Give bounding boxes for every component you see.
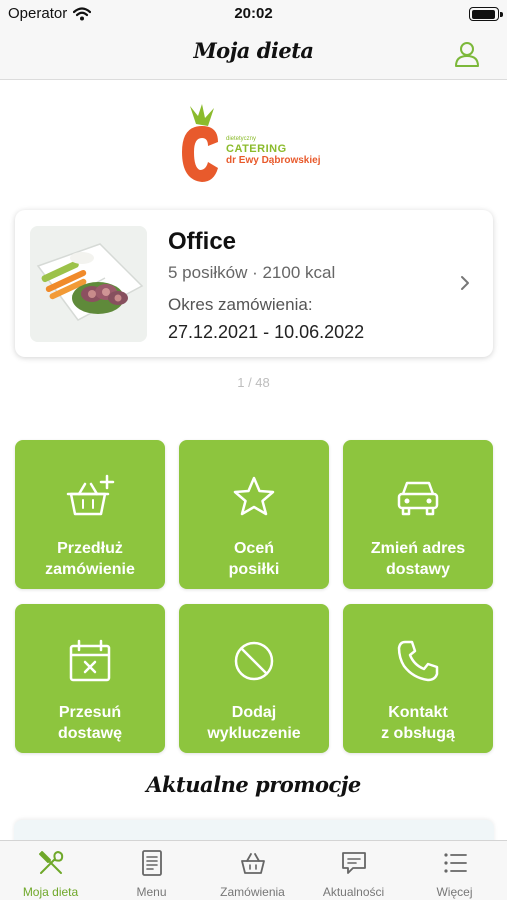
order-period-label: Okres zamówienia:	[168, 295, 313, 314]
brand-logo: dietetyczny CATERING dr Ewy Dąbrowskiej	[178, 102, 338, 188]
list-icon	[444, 853, 467, 873]
contact-support-button[interactable]: Kontakt z obsługą	[343, 604, 493, 753]
profile-button[interactable]	[453, 40, 481, 68]
menu-document-icon	[142, 850, 162, 876]
tab-my-diet[interactable]: Moja dieta	[0, 841, 101, 900]
navigation-bar: Moja dieta	[0, 28, 507, 80]
order-card[interactable]: Office 5 posiłków · 2100 kcal Okres zamó…	[15, 210, 493, 357]
change-address-label: Zmień adres dostawy	[370, 540, 466, 578]
postpone-delivery-label: Przesuń dostawę	[57, 704, 122, 742]
phone-icon	[397, 640, 439, 682]
change-address-button[interactable]: Zmień adres dostawy	[343, 440, 493, 589]
calendar-x-icon	[69, 639, 111, 682]
tab-label: Menu	[136, 885, 167, 899]
postpone-delivery-button[interactable]: Przesuń dostawę	[15, 604, 165, 753]
fork-knife-icon	[39, 851, 64, 874]
status-bar: Operator 20:02	[0, 0, 507, 28]
logo-line-3: dr Ewy Dąbrowskiej	[226, 155, 321, 166]
logo-line-2: CATERING	[226, 143, 287, 155]
tab-label: Moja dieta	[22, 885, 79, 899]
add-exclusion-label: Dodaj wykluczenie	[207, 704, 301, 742]
tab-bar: Moja dieta Menu Zamówienia Aktualności W…	[0, 840, 507, 900]
tab-menu[interactable]: Menu	[101, 841, 202, 900]
user-icon	[455, 42, 479, 67]
tab-orders[interactable]: Zamówienia	[202, 841, 303, 900]
tab-label: Aktualności	[322, 885, 385, 899]
tab-more[interactable]: Więcej	[404, 841, 505, 900]
extend-order-button[interactable]: Przedłuż zamówienie	[15, 440, 165, 589]
star-icon	[233, 476, 275, 516]
car-icon	[397, 481, 439, 516]
chevron-right-icon	[461, 276, 469, 290]
tab-label: Zamówienia	[220, 885, 285, 899]
extend-order-label: Przedłuż zamówienie	[45, 540, 135, 578]
logo-text: dietetyczny CATERING dr Ewy Dąbrowskiej	[226, 136, 320, 167]
meal-image	[30, 226, 147, 342]
carrot-logo-icon	[182, 104, 218, 182]
basket-icon	[241, 853, 265, 874]
prohibited-icon	[234, 641, 274, 681]
order-period-dates: 27.12.2021 - 10.06.2022	[168, 322, 365, 342]
chat-bubble-icon	[342, 852, 366, 874]
tab-news[interactable]: Aktualności	[303, 841, 404, 900]
order-meals-kcal: 5 posiłków · 2100 kcal	[168, 263, 336, 282]
logo-line-1: dietetyczny	[226, 136, 257, 142]
order-diet-name: Office	[168, 228, 237, 255]
page-title: Moja dieta	[193, 38, 314, 63]
tab-label: Więcej	[436, 885, 473, 899]
promotions-heading: Aktualne promocje	[146, 772, 361, 797]
add-exclusion-button[interactable]: Dodaj wykluczenie	[179, 604, 329, 753]
basket-plus-icon	[66, 474, 115, 516]
battery-icon	[469, 7, 503, 21]
rate-meals-label: Oceń posiłki	[228, 540, 280, 578]
order-pager: 1 / 48	[237, 375, 270, 390]
rate-meals-button[interactable]: Oceń posiłki	[179, 440, 329, 589]
contact-support-label: Kontakt z obsługą	[381, 704, 455, 742]
status-time: 20:02	[234, 5, 273, 22]
